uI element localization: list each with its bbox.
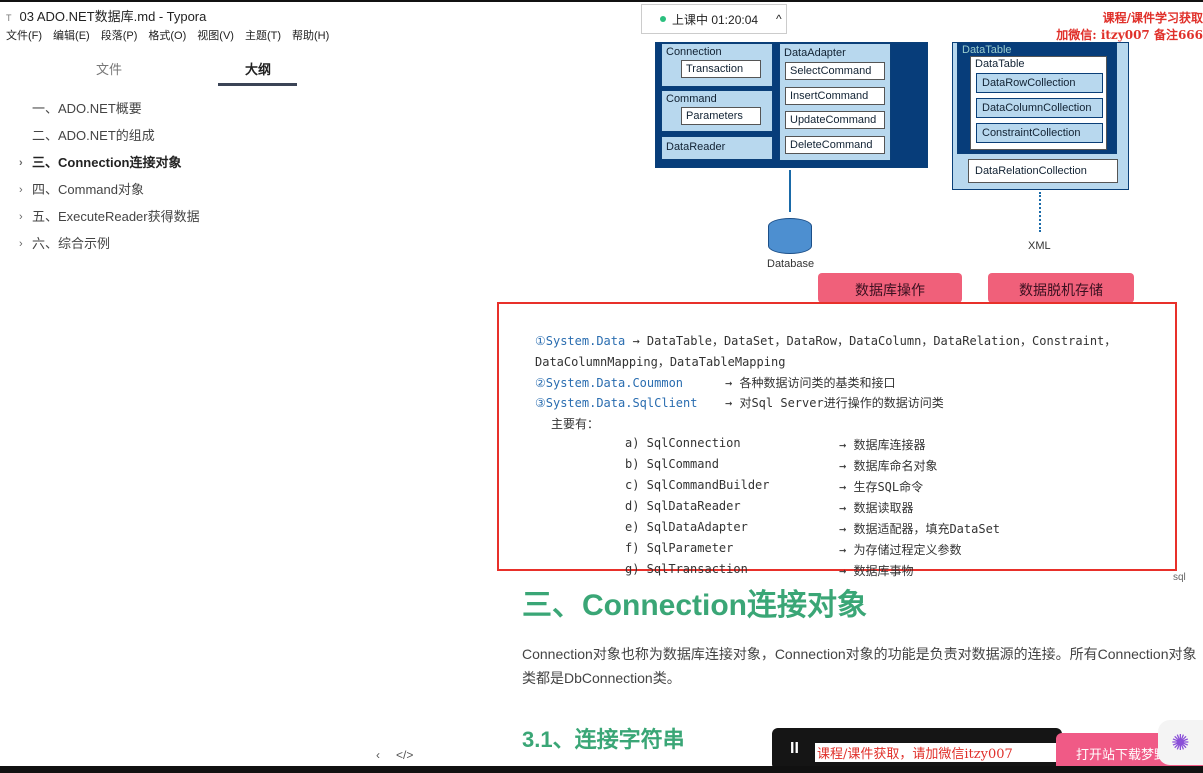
- menu-paragraph[interactable]: 段落(P): [101, 27, 138, 45]
- live-dot-icon: [660, 16, 666, 22]
- code-text: → 对Sql Server进行操作的数据访问类: [725, 396, 944, 410]
- watermark-line: 课程/课件学习获取: [1102, 11, 1203, 25]
- menu-theme[interactable]: 主题(T): [245, 27, 281, 45]
- outline-item[interactable]: 二、ADO.NET的组成: [0, 127, 200, 154]
- connection-label: Connection: [666, 46, 722, 58]
- code-class-desc: → 数据库连接器: [839, 438, 926, 452]
- code-class-desc: → 为存储过程定义参数: [839, 543, 962, 557]
- menu-view[interactable]: 视图(V): [197, 27, 234, 45]
- outline-item[interactable]: › 五、ExecuteReader获得数据: [0, 208, 200, 235]
- chevron-right-icon[interactable]: ›: [19, 181, 23, 199]
- code-namespace: ②System.Data.Coummon: [535, 376, 684, 390]
- outline-item-label: 六、综合示例: [32, 236, 111, 251]
- typora-app-icon: T: [6, 13, 12, 23]
- code-class-name: c) SqlCommandBuilder: [625, 478, 770, 492]
- menu-edit[interactable]: 编辑(E): [53, 27, 90, 45]
- datatable-label: DataTable: [975, 58, 1025, 70]
- code-class-name: a) SqlConnection: [625, 436, 741, 450]
- outline-item[interactable]: 一、ADO.NET概要: [0, 100, 200, 127]
- code-class-desc: → 数据库事物: [839, 564, 914, 578]
- code-class-name: d) SqlDataReader: [625, 499, 741, 513]
- tab-outline[interactable]: 大纲: [245, 59, 271, 78]
- datarelationcollection-box: DataRelationCollection: [968, 159, 1118, 183]
- callout-offline-storage: 数据脱机存储: [988, 273, 1134, 303]
- paragraph-line: Connection对象也称为数据库连接对象，Connection对象的功能是负…: [522, 646, 1197, 662]
- outline-item-label: 一、ADO.NET概要: [32, 101, 142, 116]
- watermark: 课程/课件学习获取加微信: itzy007 备注666: [1040, 10, 1203, 44]
- bottom-edge: [0, 766, 1203, 773]
- code-namespace: ①System.Data: [535, 334, 626, 348]
- namespace-code-block: ①System.Data → DataTable，DataSet，DataRow…: [497, 302, 1177, 578]
- xml-label: XML: [1028, 240, 1051, 252]
- command-label: Command: [666, 93, 717, 105]
- code-text: 主要有：: [551, 417, 600, 431]
- active-tab-indicator: [218, 83, 297, 86]
- transaction-box: Transaction: [681, 60, 761, 78]
- outline-list: 一、ADO.NET概要 二、ADO.NET的组成 › 三、Connection连接…: [0, 100, 200, 262]
- parameters-box: Parameters: [681, 107, 761, 125]
- paragraph: Connection对象也称为数据库连接对象，Connection对象的功能是负…: [522, 642, 1203, 690]
- outline-item-label: 二、ADO.NET的组成: [32, 128, 155, 143]
- title-bar: T 03 ADO.NET数据库.md - Typora: [0, 0, 1203, 27]
- sidebar-tabs: 文件 大纲: [0, 55, 320, 87]
- pause-button[interactable]: II: [790, 740, 799, 758]
- database-arrow: [789, 170, 791, 212]
- code-namespace: ③System.Data.SqlClient: [535, 396, 698, 410]
- code-language-tag[interactable]: sql: [1173, 572, 1186, 583]
- code-class-desc: → 数据读取器: [839, 501, 914, 515]
- ado-net-diagram: Connection Transaction Command Parameter…: [655, 40, 1135, 303]
- constraintcollection-box: ConstraintCollection: [976, 123, 1103, 143]
- xml-arrow: [1039, 192, 1041, 232]
- insertcommand-box: InsertCommand: [785, 87, 885, 105]
- datarowcollection-box: DataRowCollection: [976, 73, 1103, 93]
- tab-files[interactable]: 文件: [96, 59, 122, 78]
- code-text: → DataTable，DataSet，DataRow，DataColumn，D…: [632, 334, 1117, 348]
- source-code-mode-icon[interactable]: </>: [396, 748, 413, 762]
- menu-file[interactable]: 文件(F): [6, 27, 42, 45]
- menu-format[interactable]: 格式(O): [148, 27, 186, 45]
- brain-assistant-icon[interactable]: ✺: [1158, 720, 1203, 765]
- outline-item-label: 三、Connection连接对象: [32, 155, 182, 170]
- code-class-desc: → 数据适配器，填充DataSet: [839, 522, 1001, 536]
- paragraph-line: 类都是DbConnection类。: [522, 670, 681, 686]
- dataadapter-label: DataAdapter: [784, 47, 846, 59]
- selectcommand-box: SelectCommand: [785, 62, 885, 80]
- code-class-desc: → 数据库命名对象: [839, 459, 938, 473]
- outline-item[interactable]: › 四、Command对象: [0, 181, 200, 208]
- outline-item-label: 四、Command对象: [32, 182, 144, 197]
- code-class-name: f) SqlParameter: [625, 541, 734, 555]
- outline-item[interactable]: › 六、综合示例: [0, 235, 200, 262]
- sidebar-footer: ‹ </>: [376, 748, 413, 762]
- collapse-sidebar-icon[interactable]: ‹: [376, 748, 380, 762]
- code-text: → 各种数据访问类的基类和接口: [725, 376, 896, 390]
- callout-database-ops: 数据库操作: [818, 273, 962, 303]
- datacolumncollection-box: DataColumnCollection: [976, 98, 1103, 118]
- code-class-desc: → 生存SQL命令: [839, 480, 924, 494]
- watermark-line: 加微信: itzy007 备注666: [1056, 28, 1203, 42]
- chevron-right-icon[interactable]: ›: [19, 235, 23, 253]
- code-text: DataColumnMapping，DataTableMapping: [535, 355, 786, 369]
- menu-bar: 文件(F) 编辑(E) 段落(P) 格式(O) 视图(V) 主题(T) 帮助(H…: [0, 27, 329, 45]
- updatecommand-box: UpdateCommand: [785, 111, 885, 129]
- chevron-right-icon[interactable]: ›: [19, 154, 23, 172]
- window-title: 03 ADO.NET数据库.md - Typora: [19, 9, 207, 24]
- code-class-name: g) SqlTransaction: [625, 562, 748, 576]
- outline-item[interactable]: › 三、Connection连接对象: [0, 154, 200, 181]
- code-class-name: b) SqlCommand: [625, 457, 719, 471]
- datareader-box: DataReader: [661, 136, 773, 160]
- database-icon: [768, 218, 812, 254]
- chevron-up-icon[interactable]: ^: [776, 12, 782, 26]
- code-class-name: e) SqlDataAdapter: [625, 520, 748, 534]
- outline-item-label: 五、ExecuteReader获得数据: [32, 209, 200, 224]
- heading-connection: 三、Connection连接对象: [522, 589, 867, 622]
- live-status-badge[interactable]: 上课中 01:20:04 ^: [641, 4, 787, 34]
- live-status-text: 上课中 01:20:04: [672, 12, 759, 27]
- chevron-right-icon[interactable]: ›: [19, 208, 23, 226]
- database-label: Database: [767, 258, 815, 270]
- heading-connection-string: 3.1、连接字符串: [522, 727, 685, 752]
- menu-help[interactable]: 帮助(H): [292, 27, 329, 45]
- watermark-bottom: 课程/课件获取，请加微信itzy007: [815, 743, 1060, 762]
- deletecommand-box: DeleteCommand: [785, 136, 885, 154]
